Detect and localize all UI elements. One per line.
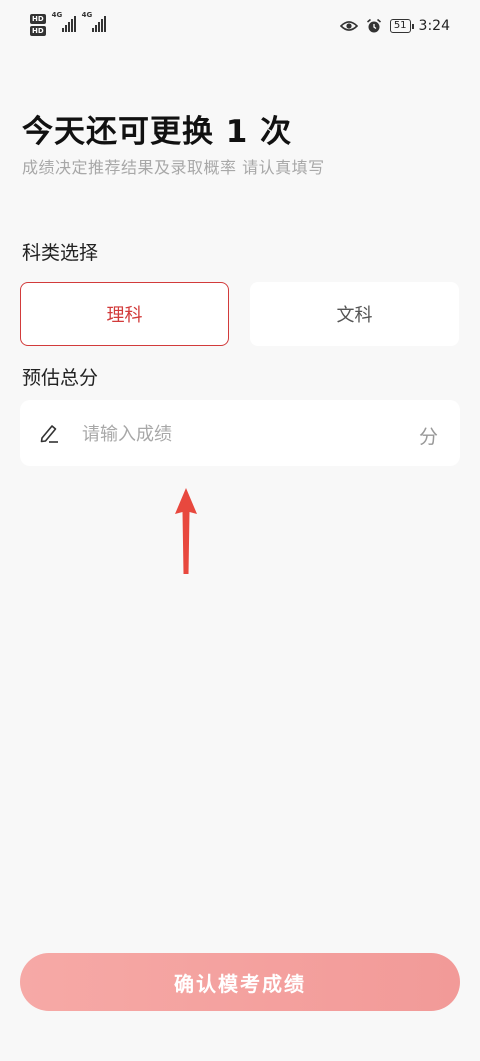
subject-option-label: 理科 <box>106 305 143 326</box>
subject-option-label: 文科 <box>336 305 373 326</box>
status-right: 51 3:24 <box>339 18 450 34</box>
eye-icon <box>339 20 358 32</box>
hd-badge-2: HD <box>30 26 46 36</box>
score-field[interactable]: 分 <box>20 400 460 466</box>
hd-badges: HD HD <box>30 14 46 36</box>
subject-section-label: 科类选择 <box>22 242 99 264</box>
confirm-score-button-label: 确认模考成绩 <box>174 971 306 996</box>
status-left: HD HD 4G 4G <box>30 11 106 36</box>
clock: 3:24 <box>418 18 450 34</box>
alarm-icon <box>366 18 382 34</box>
page-title: 今天还可更换 1 次 <box>22 114 293 150</box>
hd-badge-1: HD <box>30 14 46 24</box>
battery-icon: 51 <box>389 19 414 33</box>
signal-icon-1: 4G <box>52 11 76 32</box>
score-unit: 分 <box>418 426 438 448</box>
subject-option-science[interactable]: 理科 <box>20 282 229 346</box>
signal-icon-2: 4G <box>82 11 106 32</box>
confirm-score-button[interactable]: 确认模考成绩 <box>20 953 460 1011</box>
score-section-label: 预估总分 <box>22 367 99 389</box>
annotation-arrow-icon <box>170 486 202 582</box>
status-bar: HD HD 4G 4G 51 3:24 <box>0 0 480 56</box>
pen-icon <box>38 422 60 448</box>
page-subtitle: 成绩决定推荐结果及录取概率 请认真填写 <box>22 158 325 177</box>
subject-option-arts[interactable]: 文科 <box>250 282 459 346</box>
score-input[interactable] <box>80 418 384 450</box>
